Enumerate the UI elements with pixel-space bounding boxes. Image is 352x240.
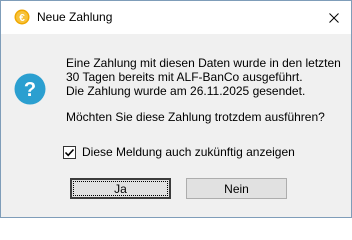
question-icon: ? bbox=[14, 73, 46, 105]
euro-coin-icon: € bbox=[14, 9, 30, 25]
message-line-1: Eine Zahlung mit diesen Daten wurde in d… bbox=[66, 56, 341, 70]
svg-text:€: € bbox=[19, 13, 25, 24]
show-message-checkbox-row[interactable]: Diese Meldung auch zukünftig anzeigen bbox=[63, 144, 295, 160]
title-bar[interactable]: € Neue Zahlung bbox=[1, 1, 351, 34]
checkmark-icon bbox=[64, 148, 75, 156]
question-text: Möchten Sie diese Zahlung trotzdem ausfü… bbox=[66, 110, 325, 124]
close-icon bbox=[329, 12, 339, 23]
focus-rectangle bbox=[73, 181, 168, 196]
no-button[interactable]: Nein bbox=[186, 178, 287, 199]
show-message-checkbox-label[interactable]: Diese Meldung auch zukünftig anzeigen bbox=[82, 145, 295, 159]
yes-button[interactable]: Ja bbox=[70, 178, 171, 199]
svg-text:?: ? bbox=[24, 79, 36, 101]
no-button-label: Nein bbox=[224, 181, 249, 196]
show-message-checkbox[interactable] bbox=[63, 145, 76, 159]
dialog-content: ? Eine Zahlung mit diesen Daten wurde in… bbox=[1, 34, 351, 217]
message-line-3: Die Zahlung wurde am 26.11.2025 gesendet… bbox=[66, 84, 306, 98]
message-line-2: 30 Tagen bereits mit ALF-BanCo ausgeführ… bbox=[66, 70, 303, 84]
window-title: Neue Zahlung bbox=[37, 10, 113, 24]
close-button[interactable] bbox=[317, 1, 351, 34]
dialog-window: € Neue Zahlung ? Eine Zahlung mit diesen… bbox=[0, 0, 352, 218]
